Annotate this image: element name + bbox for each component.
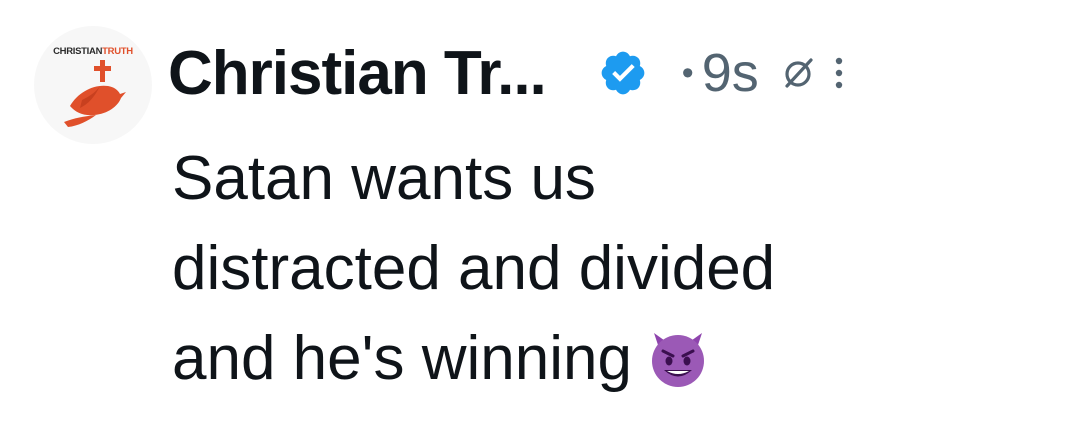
timestamp[interactable]: 9s <box>702 42 759 104</box>
tweet-line-last: and he's winning <box>172 314 1052 404</box>
tweet-line-text: and he's winning <box>172 324 632 393</box>
tweet-header: Christian Tr... • 9s <box>168 28 845 118</box>
avatar[interactable]: CHRISTIANTRUTH <box>34 26 152 144</box>
dove-cross-icon <box>64 60 126 127</box>
separator-dot: • <box>681 53 694 92</box>
tweet-line: distracted and divided <box>172 234 776 303</box>
smiling-face-with-horns-icon <box>651 333 704 387</box>
display-name[interactable]: Christian Tr... <box>168 38 547 109</box>
tweet-text: Satan wants us distracted and divided an… <box>172 134 1052 404</box>
grok-icon[interactable] <box>781 55 817 91</box>
tweet-line: Satan wants us <box>172 144 596 213</box>
more-vertical-icon[interactable] <box>833 53 845 93</box>
verified-badge-icon <box>601 51 645 95</box>
